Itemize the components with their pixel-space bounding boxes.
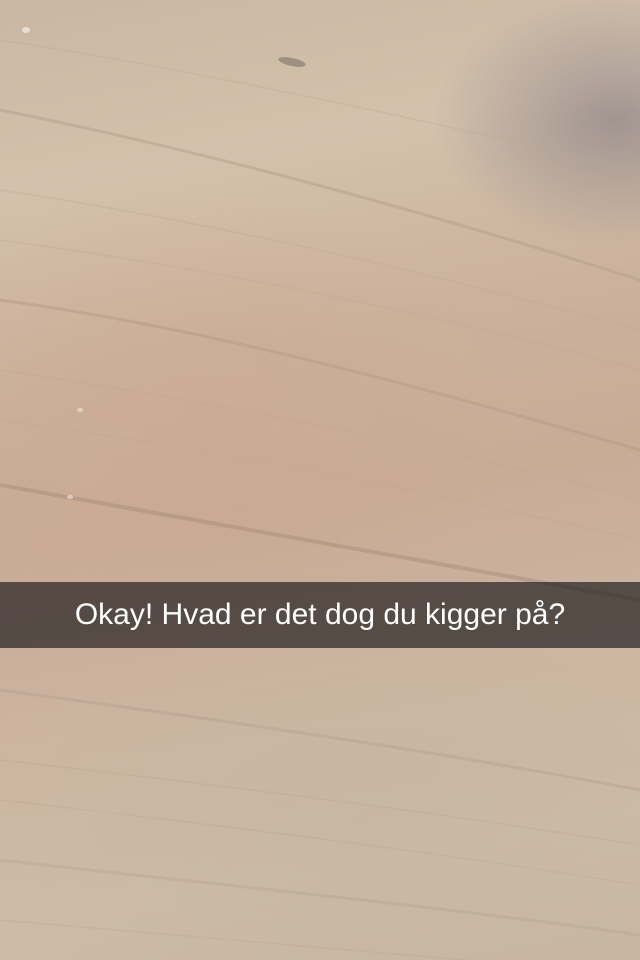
caption-text: Okay! Hvad er det dog du kigger på? xyxy=(74,598,566,631)
plank-seam xyxy=(0,858,640,937)
plank-seam xyxy=(0,298,640,452)
wood-floor-photo xyxy=(0,27,640,960)
dust-speck xyxy=(22,27,30,33)
snap-photo-view[interactable]: Okay! Hvad er det dog du kigger på? xyxy=(0,0,640,960)
caption-bar: Okay! Hvad er det dog du kigger på? xyxy=(0,582,640,648)
plank-seam xyxy=(0,688,640,792)
dust-speck xyxy=(77,408,83,412)
dark-mark xyxy=(278,57,306,67)
dust-speck xyxy=(67,495,73,499)
